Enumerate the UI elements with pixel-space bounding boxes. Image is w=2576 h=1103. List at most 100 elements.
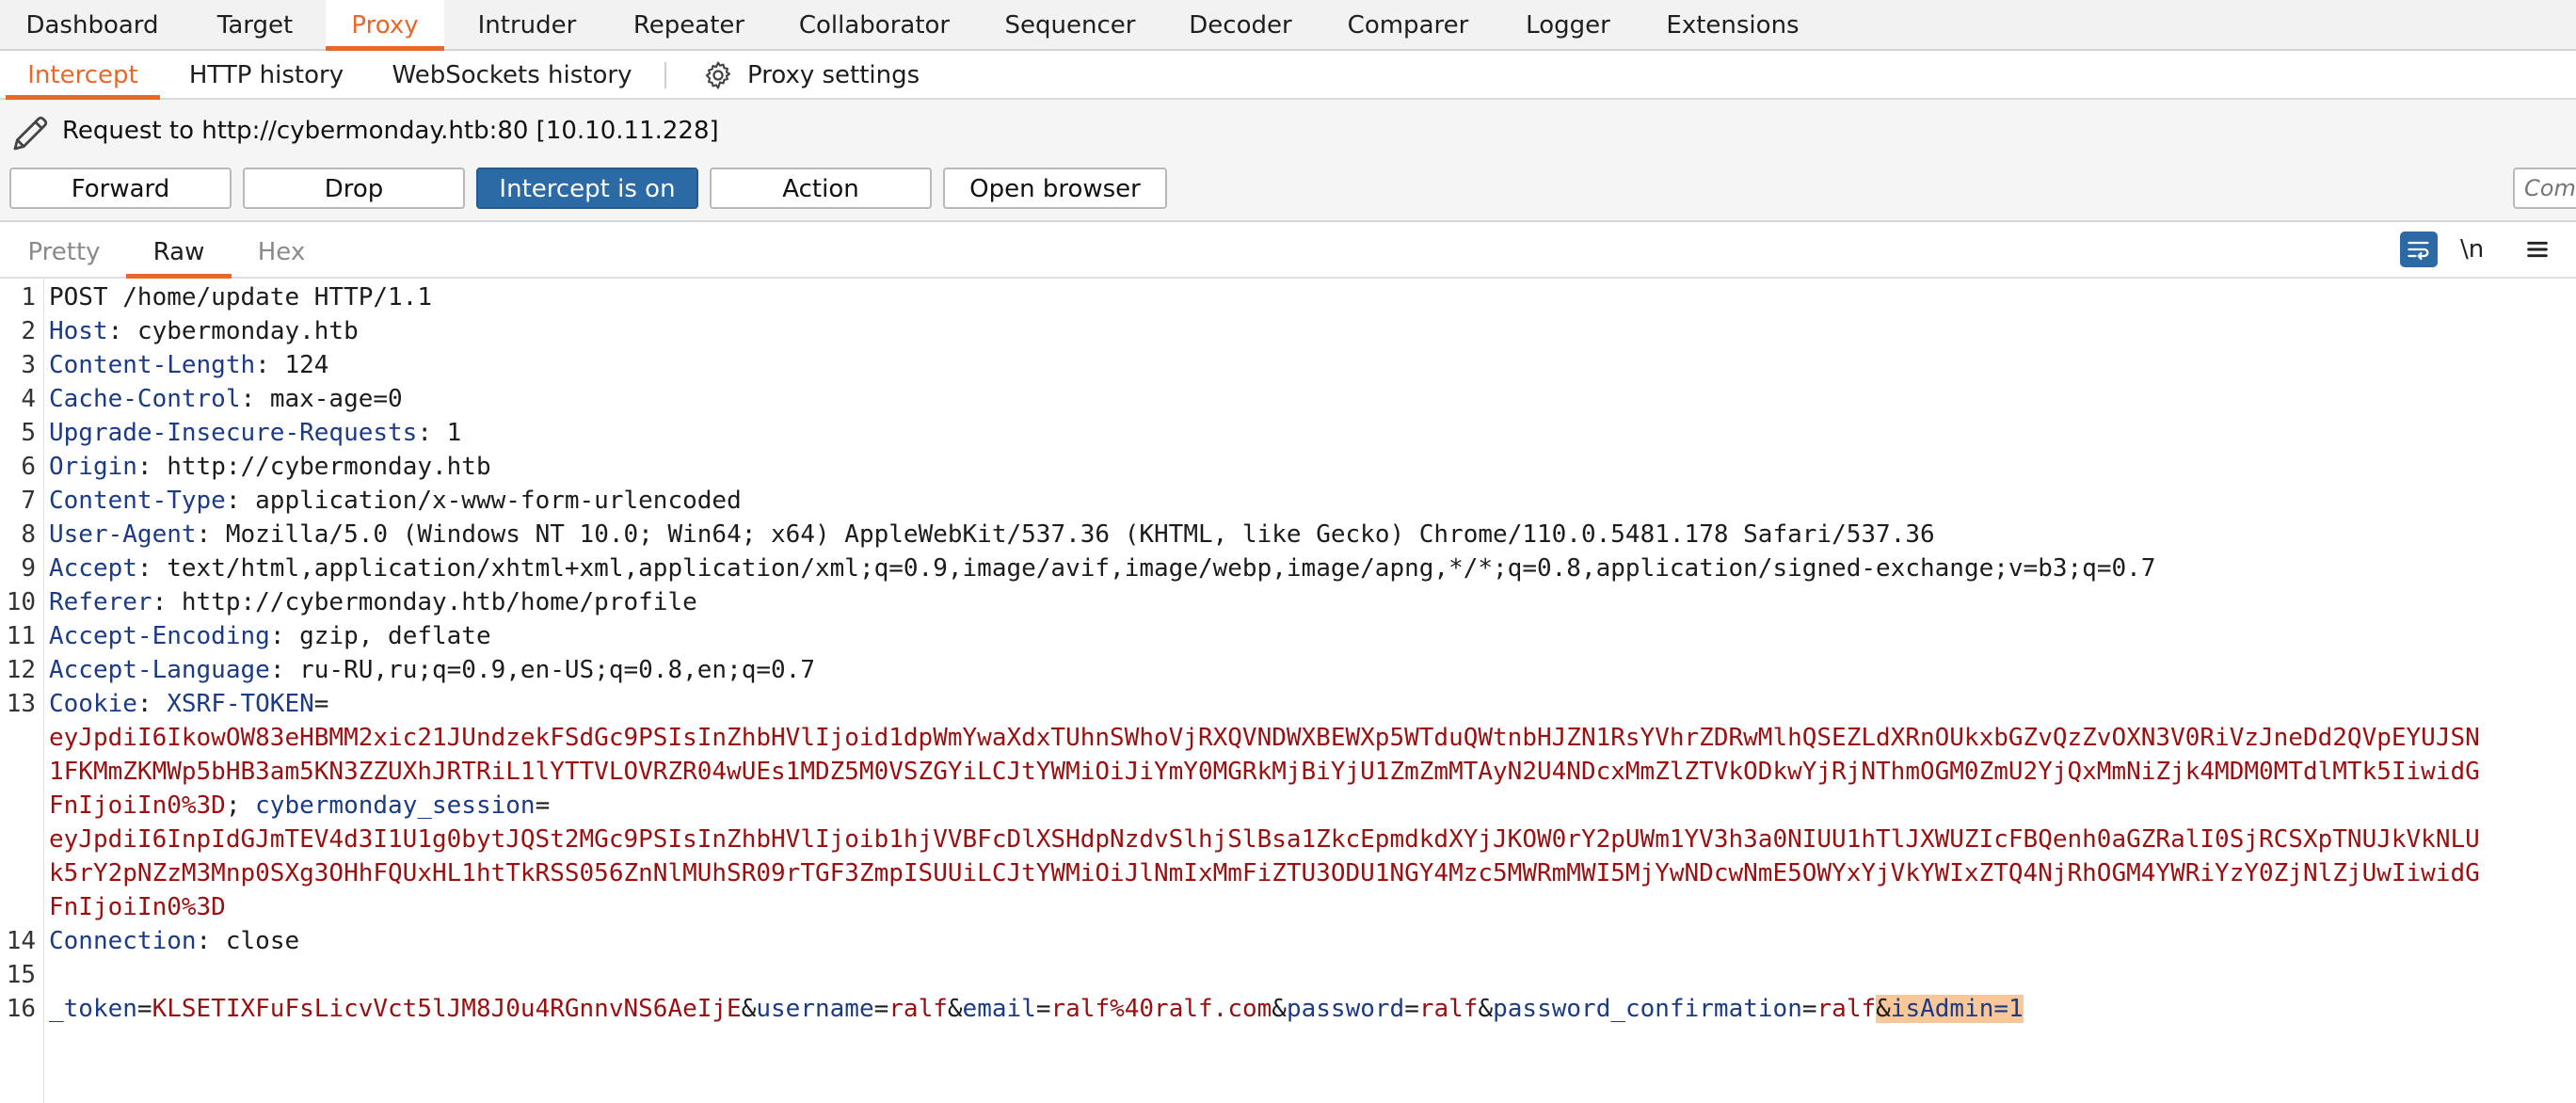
- header-line: Accept-Encoding: gzip, deflate: [49, 622, 491, 650]
- header-name: Upgrade-Insecure-Requests: [49, 419, 418, 447]
- top-tab-bar: Dashboard Target Proxy Intruder Repeater…: [0, 0, 2576, 51]
- header-value: text/html,application/xhtml+xml,applicat…: [167, 554, 2156, 583]
- cookie-value: 1FKMmZKMWp5bHB3am5KN3ZZUXhJRTRiL1lYTTVLO…: [49, 758, 2480, 786]
- tab-target[interactable]: Target: [184, 0, 326, 51]
- param-name: username: [756, 995, 874, 1023]
- tab-hex[interactable]: Hex: [239, 222, 324, 279]
- cookie-header-line: Cookie: XSRF-TOKEN=: [49, 690, 329, 718]
- header-value: 1: [446, 419, 462, 447]
- tab-divider: [664, 62, 666, 88]
- tab-extensions[interactable]: Extensions: [1641, 0, 1824, 51]
- editor-menu-button[interactable]: [2519, 232, 2556, 267]
- line-number: 12: [6, 656, 36, 684]
- header-line: Content-Length: 124: [49, 351, 329, 379]
- drop-button[interactable]: Drop: [243, 168, 465, 209]
- open-browser-button[interactable]: Open browser: [943, 168, 1167, 209]
- request-body-line: _token=KLSETIXFuFsLicvVct5lJM8J0u4RGnnvN…: [49, 995, 2024, 1023]
- show-newlines-toggle[interactable]: \n: [2460, 232, 2484, 267]
- wrap-lines-icon: [2408, 241, 2429, 261]
- gutter-divider: [43, 279, 44, 1103]
- line-number: 9: [21, 554, 36, 583]
- header-value: http://cybermonday.htb/home/profile: [181, 588, 697, 616]
- request-target-label: Request to http://cybermonday.htb:80 [10…: [62, 117, 719, 145]
- param-value: ralf: [1816, 995, 1877, 1023]
- line-number: 5: [21, 419, 36, 447]
- header-name: Origin: [49, 453, 137, 481]
- tab-decoder[interactable]: Decoder: [1160, 0, 1321, 51]
- header-name: Accept-Encoding: [49, 622, 270, 650]
- forward-button[interactable]: Forward: [9, 168, 232, 209]
- line-number: 16: [6, 995, 36, 1023]
- header-value: application/x-www-form-urlencoded: [255, 487, 742, 515]
- tab-collaborator[interactable]: Collaborator: [768, 0, 981, 51]
- param-name-isadmin: isAdmin=1: [1890, 995, 2024, 1023]
- cookie-value: FnIjoiIn0%3D: [49, 791, 226, 820]
- tab-websockets-history[interactable]: WebSockets history: [384, 51, 640, 100]
- param-name: _token: [49, 995, 137, 1023]
- header-value: http://cybermonday.htb: [167, 453, 491, 481]
- gear-icon: [705, 61, 731, 89]
- header-line: Content-Type: application/x-www-form-url…: [49, 487, 742, 515]
- line-number: 14: [6, 927, 36, 955]
- request-editor[interactable]: 1 2 3 4 5 6 7 8 9 10 11 12 13 14 15 16 P…: [0, 279, 2576, 1103]
- header-name: Cookie: [49, 690, 137, 718]
- cookie-value: FnIjoiIn0%3D: [49, 893, 226, 921]
- request-line: POST /home/update HTTP/1.1: [49, 283, 432, 312]
- header-name: Cache-Control: [49, 385, 241, 413]
- header-line: Host: cybermonday.htb: [49, 317, 359, 345]
- header-name: Referer: [49, 588, 152, 616]
- header-name: User-Agent: [49, 520, 197, 549]
- header-name: Connection: [49, 927, 197, 955]
- header-value: max-age=0: [269, 385, 403, 413]
- tab-pretty[interactable]: Pretty: [13, 222, 115, 279]
- param-value: ralf: [888, 995, 948, 1023]
- header-line: Accept-Language: ru-RU,ru;q=0.9,en-US;q=…: [49, 656, 815, 684]
- cookie-value: eyJpdiI6InpIdGJmTEV4d3I1U1g0bytJQSt2MGc9…: [49, 825, 2480, 854]
- cookie-name: cybermonday_session: [255, 791, 536, 820]
- comment-input[interactable]: [2513, 168, 2576, 209]
- header-name: Host: [49, 317, 108, 345]
- message-editor-tab-bar: [0, 222, 2576, 279]
- highlighted-injected-param: &isAdmin=1: [1876, 995, 2024, 1023]
- header-value: gzip, deflate: [299, 622, 491, 650]
- intercept-toggle-button[interactable]: Intercept is on: [476, 168, 698, 209]
- tab-proxy[interactable]: Proxy: [326, 0, 444, 51]
- line-number: 11: [6, 622, 36, 650]
- tab-raw[interactable]: Raw: [126, 222, 232, 279]
- line-number: 7: [21, 487, 36, 515]
- line-number: 8: [21, 520, 36, 549]
- param-value: KLSETIXFuFsLicvVct5lJM8J0u4RGnnvNS6AeIjE: [152, 995, 742, 1023]
- tab-intercept[interactable]: Intercept: [6, 51, 160, 100]
- header-line: Upgrade-Insecure-Requests: 1: [49, 419, 462, 447]
- param-name: password: [1286, 995, 1405, 1023]
- cookie-line: FnIjoiIn0%3D; cybermonday_session=: [49, 791, 551, 820]
- header-line: Referer: http://cybermonday.htb/home/pro…: [49, 588, 697, 616]
- proxy-settings-button[interactable]: Proxy settings: [696, 51, 922, 100]
- tab-logger[interactable]: Logger: [1495, 0, 1641, 51]
- header-name: Accept-Language: [49, 656, 270, 684]
- param-name: password_confirmation: [1493, 995, 1802, 1023]
- line-number: 1: [21, 283, 36, 312]
- pencil-icon: [13, 116, 48, 151]
- cookie-name: XSRF-TOKEN: [167, 690, 314, 718]
- header-value: close: [225, 927, 300, 955]
- param-value: ralf: [1418, 995, 1479, 1023]
- tab-http-history[interactable]: HTTP history: [179, 51, 354, 100]
- header-value: cybermonday.htb: [136, 317, 359, 345]
- tab-comparer[interactable]: Comparer: [1321, 0, 1495, 51]
- cookie-value: k5rY2pNZzM3Mnp0SXg3OHhFQUxHL1htTkRSS056Z…: [49, 859, 2480, 887]
- action-button[interactable]: Action: [710, 168, 932, 209]
- line-number: 4: [21, 385, 36, 413]
- tab-intruder[interactable]: Intruder: [444, 0, 610, 51]
- header-line: Connection: close: [49, 927, 300, 955]
- line-number: 15: [6, 961, 36, 989]
- header-value: 124: [284, 351, 329, 379]
- header-name: Accept: [49, 554, 137, 583]
- tab-dashboard[interactable]: Dashboard: [0, 0, 184, 51]
- header-value: ru-RU,ru;q=0.9,en-US;q=0.8,en;q=0.7: [299, 656, 815, 684]
- word-wrap-toggle[interactable]: [2400, 232, 2438, 267]
- tab-repeater[interactable]: Repeater: [610, 0, 768, 51]
- param-name: email: [962, 995, 1036, 1023]
- line-number: 13: [6, 690, 36, 718]
- tab-sequencer[interactable]: Sequencer: [981, 0, 1160, 51]
